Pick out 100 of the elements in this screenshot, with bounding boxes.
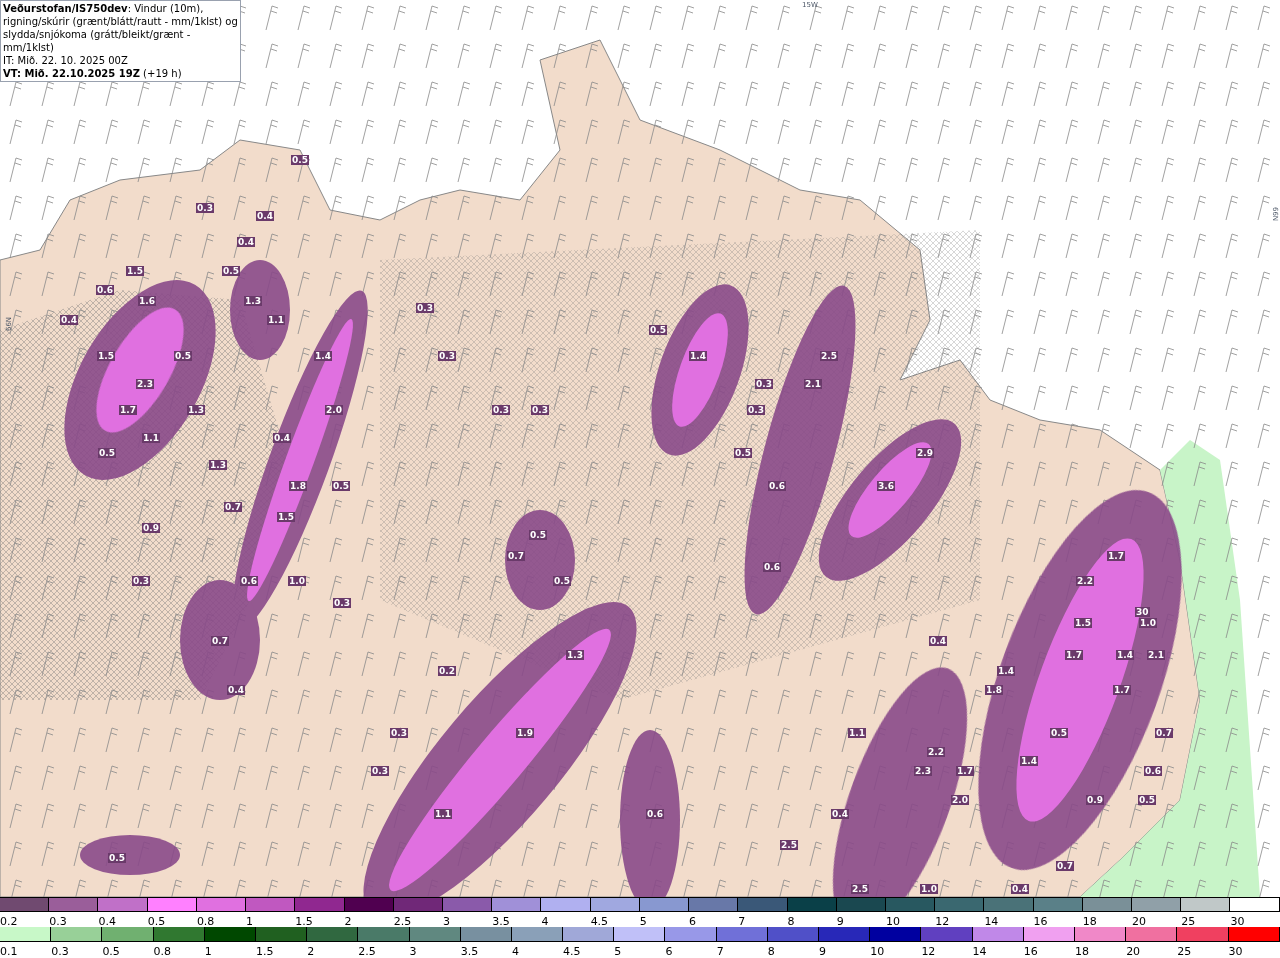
legend-label: 0.8 <box>153 945 172 957</box>
map-value-label: 0.4 <box>831 809 849 819</box>
map-value-label: 0.3 <box>371 766 389 776</box>
map-value-label: 0.4 <box>256 211 274 221</box>
map-value-label: 3.6 <box>877 481 895 491</box>
legend-label: 5 <box>614 945 622 957</box>
map-value-label: 1.0 <box>288 576 306 586</box>
map-value-label: 2.3 <box>914 766 932 776</box>
legend-label: 14 <box>984 915 999 927</box>
legend-label: 2.5 <box>393 915 412 927</box>
legend-label: 0.3 <box>49 915 67 927</box>
map-value-label: 0.6 <box>1144 766 1162 776</box>
legend-label: 4.5 <box>590 915 609 927</box>
map-value-label: 0.5 <box>734 448 752 458</box>
map-value-label: 0.3 <box>747 405 765 415</box>
map-value-label: 1.7 <box>1113 685 1131 695</box>
map-value-label: 0.6 <box>646 809 664 819</box>
legend-label: 25 <box>1181 915 1196 927</box>
legend-label: 3.5 <box>460 945 479 957</box>
map-value-label: 0.9 <box>142 523 160 533</box>
legend-label: 0.4 <box>98 915 116 927</box>
legend-label: 8 <box>767 945 775 957</box>
map-value-label: 1.3 <box>187 405 205 415</box>
map-value-label: 1.9 <box>516 728 534 738</box>
legend-label: 12 <box>921 945 936 957</box>
map-value-label: 0.9 <box>1086 795 1104 805</box>
map-value-label: 2.2 <box>927 747 945 757</box>
map-description: Veðurstofan/IS750dev: Vindur (10m), rigning/skúrir (grænt/blátt/rautt - mm/1klst) og slydda/snjókoma (grátt/bleikt/grænt - mm/1klst) <box>3 2 238 54</box>
legend-label: 4.5 <box>563 945 581 957</box>
legend-label: 16 <box>1023 945 1038 957</box>
map-value-label: 2.5 <box>820 351 838 361</box>
map-value-label: 0.5 <box>649 325 667 335</box>
map-value-label: 1.3 <box>566 650 584 660</box>
legend-label: 10 <box>870 945 885 957</box>
map-value-label: 0.3 <box>492 405 510 415</box>
map-value-label: 1.7 <box>119 405 137 415</box>
map-value-label: 1.5 <box>97 351 115 361</box>
map-value-label: 0.6 <box>768 481 786 491</box>
map-value-label: 2.5 <box>851 884 869 894</box>
map-value-label: 1.4 <box>997 666 1015 676</box>
map-value-label: 0.5 <box>529 530 547 540</box>
map-value-label: 0.7 <box>1056 861 1074 871</box>
map-value-label: 1.5 <box>126 266 144 276</box>
legend-label: 1.5 <box>295 915 313 927</box>
legend-label: 0.2 <box>0 915 18 927</box>
legend-label: 3.5 <box>492 915 510 927</box>
map-value-label: 0.4 <box>929 636 947 646</box>
map-value-label: 1.5 <box>1074 618 1092 628</box>
map-value-label: 0.5 <box>332 481 350 491</box>
legend-label: 3 <box>409 945 417 957</box>
legend-label: 5 <box>639 915 647 927</box>
map-value-label: 0.5 <box>1138 795 1156 805</box>
map-value-label: 0.3 <box>390 728 408 738</box>
map-value-label: 0.5 <box>1050 728 1068 738</box>
map-value-label: 1.3 <box>209 460 227 470</box>
map-value-label: 0.7 <box>1155 728 1173 738</box>
map-value-label: 0.3 <box>416 303 434 313</box>
map-value-label: 0.3 <box>438 351 456 361</box>
map-value-label: 0.3 <box>333 598 351 608</box>
map-value-label: 2.2 <box>1076 576 1094 586</box>
legend-label: 25 <box>1177 945 1192 957</box>
valid-time: VT: Mið. 22.10.2025 19Z (+19 h) <box>3 67 183 80</box>
map-value-label: 0.3 <box>132 576 150 586</box>
map-value-label: 1.1 <box>848 728 866 738</box>
map-value-label: 0.5 <box>291 155 309 165</box>
legend-label: 2 <box>307 945 315 957</box>
map-value-label: 1.0 <box>1139 618 1157 628</box>
legend-label: 6 <box>665 945 673 957</box>
legend-label: 9 <box>836 915 844 927</box>
map-value-label: 2.1 <box>1147 650 1165 660</box>
map-value-label: 0.7 <box>224 502 242 512</box>
legend-label: 20 <box>1132 915 1147 927</box>
legend-label: 8 <box>787 915 795 927</box>
map-value-label: 1.7 <box>956 766 974 776</box>
init-time: IT: Mið. 22. 10. 2025 00Z <box>3 54 129 67</box>
map-value-label: 0.2 <box>438 666 456 676</box>
map-value-label: 1.4 <box>689 351 707 361</box>
map-value-label: 1.1 <box>142 433 160 443</box>
legend-label: 7 <box>738 915 746 927</box>
map-value-label: 0.4 <box>227 685 245 695</box>
map-value-label: 1.1 <box>267 315 285 325</box>
map-value-label: 0.6 <box>240 576 258 586</box>
legend-label: 0.5 <box>147 915 166 927</box>
map-value-label: 0.5 <box>553 576 571 586</box>
map-value-label: 0.5 <box>222 266 240 276</box>
map-value-label: 0.4 <box>273 433 291 443</box>
map-value-label: 0.7 <box>211 636 229 646</box>
map-value-label: 1.8 <box>289 481 307 491</box>
map-value-label: 0.5 <box>108 853 126 863</box>
legend-label: 20 <box>1126 945 1141 957</box>
map-value-label: 1.8 <box>985 685 1003 695</box>
map-value-label: 0.6 <box>96 285 114 295</box>
map-value-label: 2.0 <box>325 405 343 415</box>
legend-label: 1.5 <box>255 945 274 957</box>
legend-label: 4 <box>541 915 549 927</box>
map-value-label: 0.7 <box>507 551 525 561</box>
map-value-label: 1.1 <box>434 809 452 819</box>
map-value-label: 0.4 <box>237 237 255 247</box>
legend-label: 10 <box>885 915 900 927</box>
legend-label: 0.3 <box>51 945 69 957</box>
